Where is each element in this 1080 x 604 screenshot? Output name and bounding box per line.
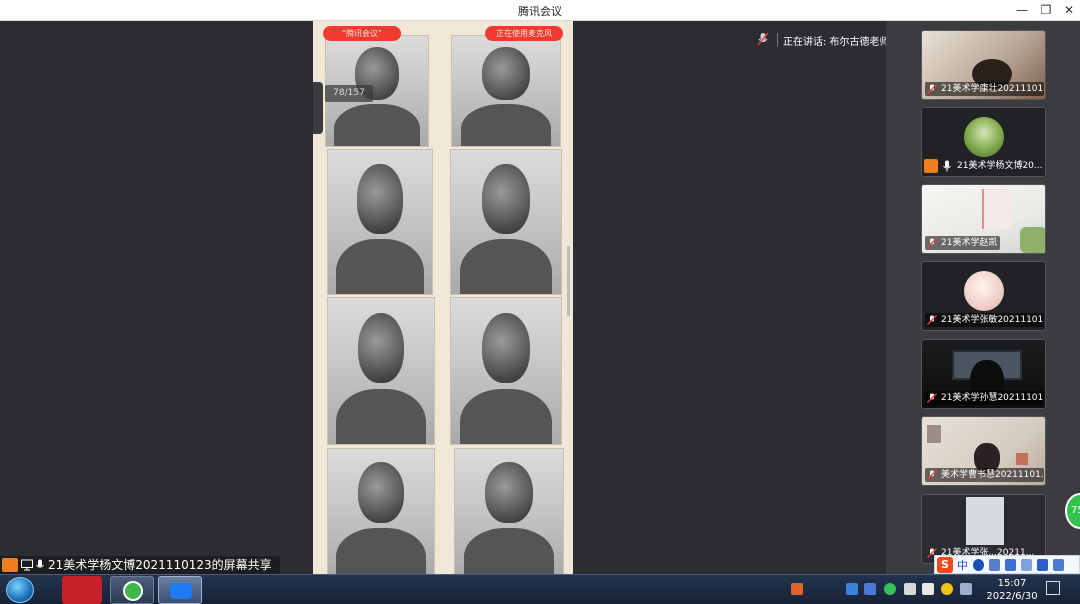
portrait-image — [454, 448, 564, 574]
taskbar: 15:07 2022/6/30 — [0, 574, 1080, 604]
participant-tile[interactable]: 21美术学杨文博20... — [921, 107, 1046, 177]
participant-name: 21美术学张敏20211101... — [925, 313, 1044, 327]
scrollbar-thumb[interactable] — [567, 246, 570, 316]
ime-toolbar[interactable]: S 中 — [934, 555, 1080, 574]
network-icon[interactable] — [960, 583, 972, 595]
tray-app-icon[interactable] — [864, 583, 876, 595]
minimize-button[interactable]: — — [1013, 2, 1031, 18]
participant-tile[interactable]: 21美术学孙慧20211101... — [921, 339, 1046, 409]
ime-mode-label[interactable]: 中 — [957, 557, 968, 573]
avatar — [964, 117, 1004, 157]
meeting-logo — [170, 583, 192, 599]
close-button[interactable]: ✕ — [1060, 2, 1078, 18]
portrait-image — [327, 149, 433, 295]
tray-app-icon[interactable] — [922, 583, 934, 595]
tencent-meeting-icon[interactable] — [158, 576, 202, 604]
host-icon — [924, 159, 938, 173]
screen-share-label: 21美术学杨文博2021110123的屏幕共享 — [48, 558, 272, 572]
participant-name: 美术学曹书慧20211101... — [925, 468, 1044, 482]
participant-tile[interactable]: 美术学曹书慧20211101... — [921, 416, 1046, 486]
taskbar-clock[interactable]: 15:07 2022/6/30 — [984, 577, 1040, 603]
participant-name: 21美术学杨文博20... — [957, 161, 1043, 171]
wall-photo — [927, 425, 941, 443]
voice-icon[interactable] — [1021, 559, 1032, 571]
screen-share-icon — [21, 559, 33, 571]
portrait-image — [451, 35, 561, 147]
microphone-in-use-pill: 正在使用麦克风 — [485, 26, 563, 41]
keyboard-icon[interactable] — [1005, 559, 1016, 571]
skin-icon[interactable] — [1037, 559, 1048, 571]
host-icon — [2, 558, 18, 572]
shared-screen[interactable] — [313, 21, 573, 574]
screen-share-bar: 21美术学杨文博2021110123的屏幕共享 — [0, 556, 280, 574]
tray-app-icon[interactable] — [846, 583, 858, 595]
windows-start-icon[interactable] — [6, 577, 34, 603]
browser-360-icon[interactable] — [110, 576, 154, 604]
sogou-ime-icon[interactable]: S — [937, 557, 953, 573]
microphone-muted-icon — [927, 393, 937, 403]
restore-button[interactable]: ❐ — [1037, 2, 1055, 18]
tray-app-icon[interactable] — [884, 583, 896, 595]
volume-icon[interactable] — [904, 583, 916, 595]
moon-icon[interactable] — [973, 559, 984, 571]
portrait-image — [450, 149, 562, 295]
microphone-muted-icon — [927, 470, 937, 480]
collapse-handle[interactable] — [313, 82, 323, 134]
microphone-muted-icon — [927, 315, 937, 325]
app-name-pill: “腾讯会议” — [323, 26, 401, 41]
participant-background — [1020, 227, 1045, 253]
browser-globe — [123, 581, 143, 601]
microphone-muted-icon — [927, 238, 937, 248]
microphone-icon — [36, 559, 44, 568]
microphone-icon — [943, 160, 951, 172]
divider — [777, 33, 778, 47]
action-center-icon[interactable] — [1046, 581, 1060, 595]
netease-music-icon[interactable] — [62, 576, 102, 604]
participant-tile[interactable]: 21美术学赵凯 — [921, 184, 1046, 254]
portrait-image — [327, 448, 435, 574]
punctuation-icon[interactable] — [989, 559, 1000, 571]
participant-background — [966, 497, 1004, 545]
window-title: 腾讯会议 — [518, 5, 562, 18]
participant-shirt — [982, 189, 1012, 229]
participant-tile[interactable]: 21美术学康壮20211101... — [921, 30, 1046, 100]
tools-icon[interactable] — [1053, 559, 1064, 571]
avatar — [964, 271, 1004, 311]
portrait-image — [450, 297, 562, 445]
tray-app-icon[interactable] — [941, 583, 953, 595]
participant-name: 21美术学孙慧20211101... — [925, 391, 1044, 405]
sogou-tray-icon[interactable] — [791, 583, 803, 595]
page-counter: 78/157 — [325, 85, 373, 102]
participant-tile[interactable]: 21美术学张敏20211101... — [921, 261, 1046, 331]
portrait-image — [327, 297, 435, 445]
wall-photo — [1016, 453, 1028, 465]
microphone-muted-icon — [927, 84, 937, 94]
window-titlebar: 腾讯会议 — ❐ ✕ — [0, 0, 1080, 21]
microphone-muted-icon — [757, 32, 769, 46]
clock-date: 2022/6/30 — [986, 591, 1038, 602]
clock-time: 15:07 — [997, 578, 1027, 589]
participant-name: 21美术学康壮20211101... — [925, 82, 1044, 96]
participant-tile[interactable]: 21美术学张...20211... — [921, 494, 1046, 564]
